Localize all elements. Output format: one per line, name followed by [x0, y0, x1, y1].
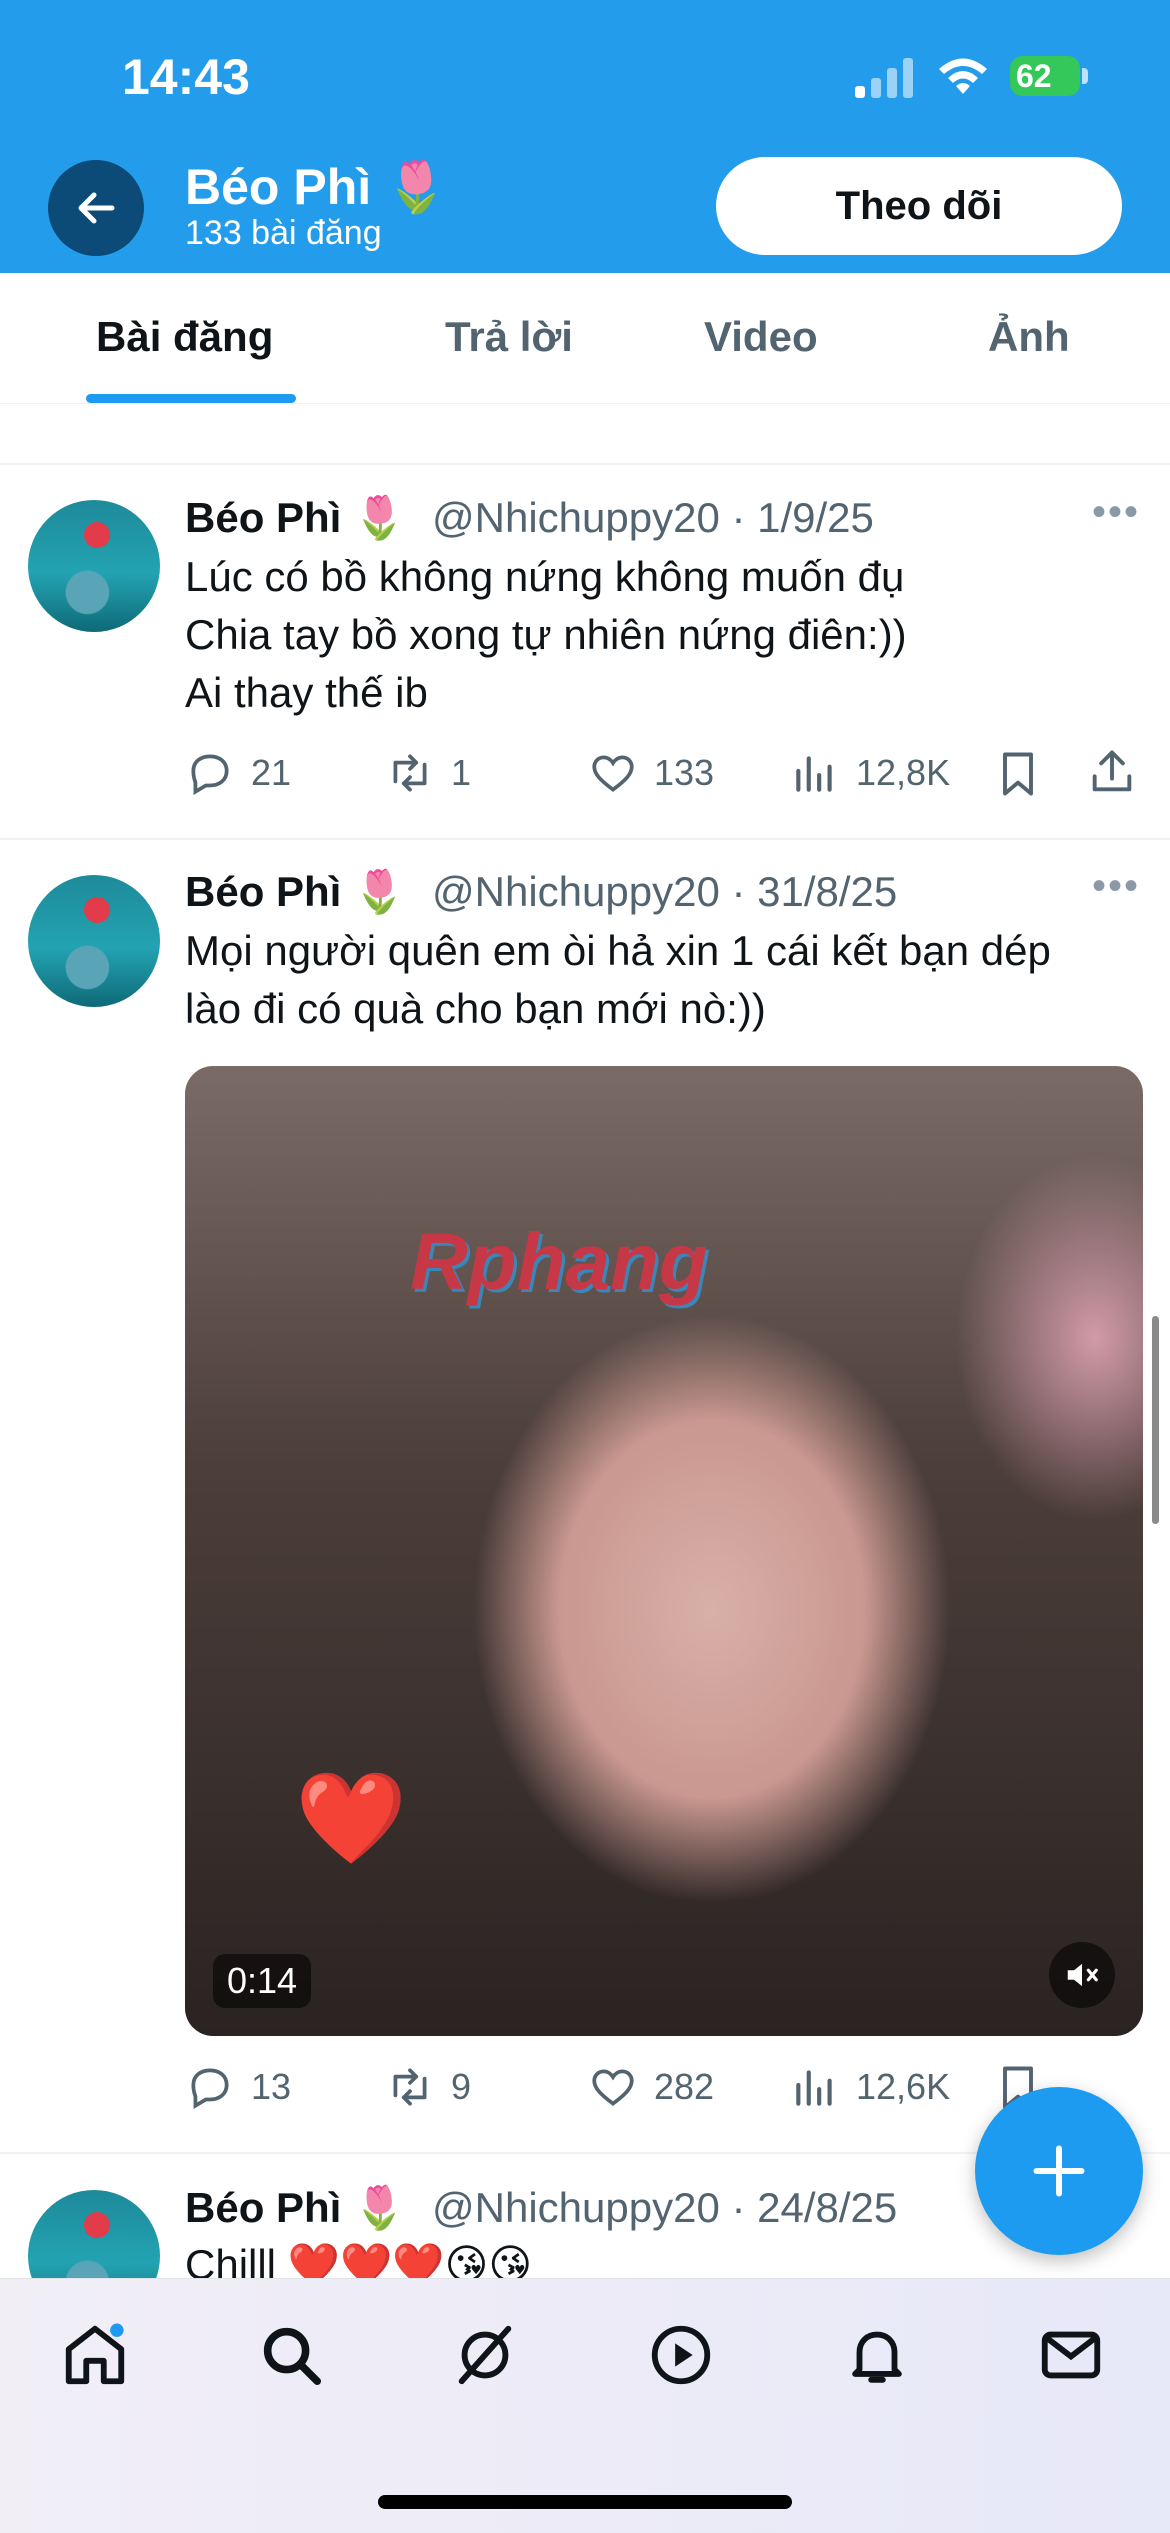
video-duration: 0:14	[213, 1954, 312, 2008]
plus-icon	[1033, 2145, 1085, 2197]
views-chart-icon	[796, 756, 832, 792]
grok-icon[interactable]	[450, 2320, 520, 2390]
more-options-icon[interactable]: •••	[1092, 864, 1140, 909]
view-count: 12,6K	[856, 2066, 951, 2107]
reply-icon	[191, 754, 229, 796]
views-chart-icon	[796, 2070, 832, 2106]
profile-name: Béo Phì 🌷	[185, 159, 448, 215]
notifications-bell-icon[interactable]	[842, 2320, 912, 2390]
repost-count: 9	[451, 2066, 472, 2107]
repost-icon	[393, 754, 427, 792]
reply-count: 21	[251, 752, 292, 793]
reply-button[interactable]: 21	[185, 748, 291, 798]
mute-button[interactable]	[1049, 1942, 1115, 2008]
heart-sticker: ❤️	[295, 1769, 408, 1869]
tweet-divider	[0, 463, 1170, 465]
tab-replies[interactable]: Trả lời	[445, 313, 573, 361]
arrow-left-icon	[78, 192, 115, 224]
cellular-signal-icon	[855, 56, 915, 98]
search-icon[interactable]	[256, 2320, 326, 2390]
reply-button[interactable]: 13	[185, 2062, 291, 2112]
active-tab-indicator	[86, 394, 296, 403]
like-count: 282	[654, 2066, 715, 2107]
views-button[interactable]: 12,8K	[790, 748, 950, 798]
repost-button[interactable]: 9	[385, 2062, 471, 2112]
video-watermark: Rphang	[410, 1217, 708, 1306]
tweet-text: Mọi người quên em òi hả xin 1 cái kết bạ…	[185, 927, 1051, 1032]
like-button[interactable]: 133	[588, 748, 714, 798]
heart-icon	[592, 755, 634, 793]
post-count: 133 bài đăng	[185, 214, 382, 252]
follow-button[interactable]: Theo dõi	[716, 157, 1122, 255]
share-icon[interactable]	[1086, 746, 1138, 798]
tweet-author-name[interactable]: Béo Phì 🌷	[185, 868, 405, 917]
view-count: 12,8K	[856, 752, 951, 793]
more-options-icon[interactable]: •••	[1092, 490, 1140, 535]
repost-button[interactable]: 1	[385, 748, 471, 798]
avatar[interactable]	[28, 875, 160, 1007]
tweet-author-name[interactable]: Béo Phì 🌷	[185, 2184, 405, 2233]
battery-tip	[1082, 68, 1088, 84]
tweet-handle-date[interactable]: @Nhichuppy20 · 24/8/25	[432, 2184, 897, 2232]
profile-tabs: Bài đăng Trả lời Video Ảnh	[0, 273, 1170, 404]
home-indicator	[378, 2495, 792, 2509]
compose-post-button[interactable]	[975, 2087, 1143, 2255]
status-time: 14:43	[122, 49, 250, 105]
profile-header: 14:43 62 Béo Phì 🌷 133 bài đăng Theo dõi	[0, 0, 1170, 273]
repost-icon	[393, 2068, 427, 2106]
views-button[interactable]: 12,6K	[790, 2062, 950, 2112]
reply-count: 13	[251, 2066, 292, 2107]
tab-video[interactable]: Video	[704, 313, 818, 361]
battery-indicator: 62	[1010, 56, 1080, 96]
wifi-icon	[939, 58, 987, 94]
messages-envelope-icon[interactable]	[1036, 2320, 1106, 2390]
scrollbar[interactable]	[1152, 1316, 1159, 1524]
tweet-text: Lúc có bồ không nứng không muốn đụ Chia …	[185, 553, 907, 716]
tweet-author-name[interactable]: Béo Phì 🌷	[185, 494, 405, 543]
avatar[interactable]	[28, 500, 160, 632]
speaker-muted-icon	[1067, 1963, 1098, 1987]
tab-posts[interactable]: Bài đăng	[96, 313, 273, 361]
home-icon[interactable]	[60, 2320, 130, 2390]
like-button[interactable]: 282	[588, 2062, 714, 2112]
tweet-handle-date[interactable]: @Nhichuppy20 · 31/8/25	[432, 868, 897, 916]
video-player[interactable]: Rphang ❤️ 0:14	[185, 1066, 1143, 2036]
reply-icon	[191, 2068, 229, 2110]
back-button[interactable]	[48, 160, 144, 256]
heart-icon	[592, 2069, 634, 2107]
repost-count: 1	[451, 752, 472, 793]
tab-photos[interactable]: Ảnh	[988, 313, 1070, 361]
bookmark-icon[interactable]	[992, 748, 1044, 800]
tweet-divider	[0, 838, 1170, 840]
video-play-icon[interactable]	[646, 2320, 716, 2390]
like-count: 133	[654, 752, 715, 793]
tweet-handle-date[interactable]: @Nhichuppy20 · 1/9/25	[432, 494, 874, 542]
